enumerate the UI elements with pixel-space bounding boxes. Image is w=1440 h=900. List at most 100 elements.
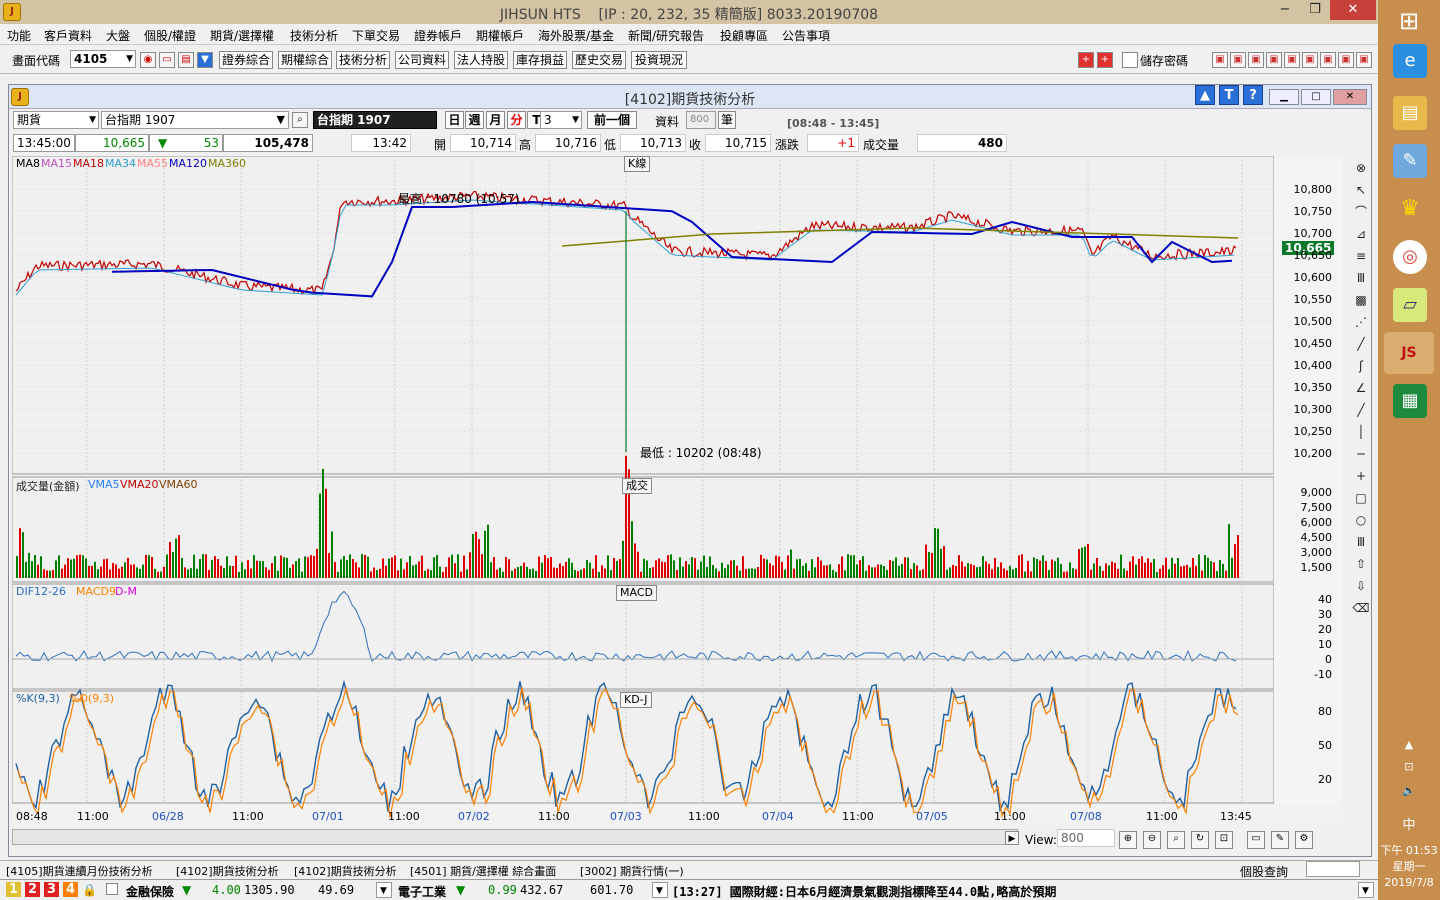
cancel-icon[interactable]: ⊗ <box>1351 158 1371 178</box>
jihsun-task-icon[interactable]: JS <box>1384 332 1434 374</box>
tray-time[interactable]: 下午 01:53 <box>1378 842 1440 858</box>
columns-icon[interactable]: Ⅲ <box>1351 532 1371 552</box>
toolbar-button-2[interactable]: 技術分析 <box>336 51 390 69</box>
child-minimize-button[interactable]: ▁ <box>1269 89 1299 105</box>
chart-canvas[interactable] <box>12 156 1342 824</box>
print-icon[interactable]: ▤ <box>178 52 194 68</box>
window-icon[interactable]: ▭ <box>159 52 175 68</box>
window-tab-1[interactable]: [4102]期貨技術分析 <box>176 863 279 879</box>
text-icon[interactable]: ▣ <box>1284 52 1300 68</box>
menu-item-6[interactable]: 下單交易 <box>352 27 400 44</box>
toolbar-button-0[interactable]: 證券綜合 <box>219 51 273 69</box>
menu-item-0[interactable]: 功能 <box>7 27 31 44</box>
tray-arrow-icon[interactable]: ▲ <box>1378 738 1440 751</box>
layout-icon[interactable]: ▣ <box>1212 52 1228 68</box>
toolbar-button-3[interactable]: 公司資料 <box>395 51 449 69</box>
pen-icon[interactable]: ✎ <box>1271 831 1289 849</box>
tray-ime[interactable]: 中 <box>1378 814 1440 833</box>
period-button-1[interactable]: 週 <box>465 111 484 129</box>
eraser-icon[interactable]: ⌫ <box>1351 598 1371 618</box>
horizontal-icon[interactable]: ─ <box>1351 444 1371 464</box>
window-tab-0[interactable]: [4105]期貨連續月份技術分析 <box>6 863 153 879</box>
toolbar-button-4[interactable]: 法人持股 <box>454 51 508 69</box>
prev-button[interactable]: 前一個 <box>587 111 637 129</box>
minimize-button[interactable]: − <box>1270 0 1300 20</box>
next-flag-icon[interactable]: + <box>1097 52 1113 68</box>
menu-item-2[interactable]: 大盤 <box>106 27 130 44</box>
search-icon[interactable]: ◉ <box>140 52 156 68</box>
menu-item-4[interactable]: 期貨/選擇權 <box>210 27 274 44</box>
news-select[interactable]: ▼ <box>1358 882 1374 898</box>
data-count-input[interactable]: 800 <box>686 111 716 129</box>
notes-icon[interactable]: ▱ <box>1393 288 1427 322</box>
down-arrow-icon[interactable]: ⇩ <box>1351 576 1371 596</box>
type-select[interactable]: 期貨 ▼ <box>13 111 99 129</box>
up-arrow-icon[interactable]: ▲ <box>1195 85 1215 105</box>
paint-icon[interactable]: ✎ <box>1393 144 1427 178</box>
menu-item-3[interactable]: 個股/權證 <box>144 27 196 44</box>
window-tab-4[interactable]: [3002] 期貨行情(一) <box>580 863 684 879</box>
market-number-3[interactable]: 4 <box>63 882 79 897</box>
window-tab-2[interactable]: [4102]期貨技術分析 <box>294 863 397 879</box>
spreadsheet-icon[interactable]: ▦ <box>1393 384 1427 418</box>
image-icon[interactable]: ▣ <box>1248 52 1264 68</box>
tray-network-icon[interactable]: ⊡ <box>1378 760 1440 773</box>
market-number-1[interactable]: 2 <box>25 882 41 897</box>
restore-button[interactable]: ❐ <box>1300 0 1330 20</box>
ellipse-icon[interactable]: ○ <box>1351 510 1371 530</box>
chrome-icon[interactable]: ◎ <box>1393 240 1427 274</box>
ruler-icon[interactable]: ⊿ <box>1351 224 1371 244</box>
symbol-search-icon[interactable]: ⌕ <box>292 112 308 128</box>
child-restore-button[interactable]: □ <box>1301 89 1331 105</box>
market-number-0[interactable]: 1 <box>6 882 22 897</box>
chart-icon[interactable]: ▣ <box>1230 52 1246 68</box>
close-button[interactable]: ✕ <box>1330 0 1376 20</box>
grid-icon[interactable]: ▣ <box>1320 52 1336 68</box>
chart-area[interactable]: MA8 MA15 MA18 MA34 MA55 MA120 MA360 成交量(金額) VMA5… <box>12 156 1342 824</box>
tray-volume-icon[interactable]: 🔈 <box>1378 784 1440 797</box>
zoom-out-icon[interactable]: ⊖ <box>1143 831 1161 849</box>
scroll-right-icon[interactable]: ▶ <box>1005 831 1019 845</box>
zoom-in-icon[interactable]: ⊕ <box>1119 831 1137 849</box>
save-password-checkbox[interactable] <box>1122 52 1138 68</box>
prev-flag-icon[interactable]: + <box>1078 52 1094 68</box>
cross-icon[interactable]: + <box>1351 466 1371 486</box>
search-chart-icon[interactable]: ⌕ <box>1167 831 1185 849</box>
menu-item-9[interactable]: 海外股票/基金 <box>538 27 614 44</box>
chart-bar-icon[interactable]: ▣ <box>1266 52 1282 68</box>
bars-icon[interactable]: ≡ <box>1351 246 1371 266</box>
toolbar-button-6[interactable]: 歷史交易 <box>572 51 626 69</box>
menu-item-1[interactable]: 客戶資料 <box>44 27 92 44</box>
angle-icon[interactable]: ∠ <box>1351 378 1371 398</box>
vertical-icon[interactable]: │ <box>1351 422 1371 442</box>
toolbar-button-5[interactable]: 庫存損益 <box>513 51 567 69</box>
child-close-button[interactable]: ✕ <box>1333 89 1367 105</box>
text-tool-icon[interactable]: T <box>1219 85 1239 105</box>
menu-item-5[interactable]: 技術分析 <box>290 27 338 44</box>
stock-query-input[interactable] <box>1306 861 1360 877</box>
dropdown-icon[interactable]: ▼ <box>197 52 213 68</box>
interval-select[interactable]: 3 ▼ <box>540 111 582 129</box>
menu-item-8[interactable]: 期權帳戶 <box>476 27 524 44</box>
rect-icon[interactable]: □ <box>1351 488 1371 508</box>
market-number-2[interactable]: 3 <box>44 882 60 897</box>
trend-icon[interactable]: ╱ <box>1351 400 1371 420</box>
news-ticker[interactable]: [13:27] 國際財經:日本6月經濟景氣觀測指標降至44.0點,略高於預期 <box>672 883 1056 900</box>
period-button-2[interactable]: 月 <box>486 111 505 129</box>
zigzag-icon[interactable]: ʃ <box>1351 356 1371 376</box>
arc-icon[interactable]: ⌒ <box>1351 202 1371 222</box>
layout-window-icon[interactable]: ▭ <box>1247 831 1265 849</box>
graph-icon[interactable]: ▣ <box>1338 52 1354 68</box>
grid-icon[interactable]: Ⅲ <box>1351 268 1371 288</box>
help-icon[interactable]: ? <box>1243 85 1263 105</box>
toolbar-button-7[interactable]: 投資現況 <box>631 51 687 69</box>
crown-icon[interactable]: ♛ <box>1393 192 1427 226</box>
window-tab-3[interactable]: [4501] 期貨/選擇權 綜合畫面 <box>410 863 556 879</box>
settings-icon[interactable]: ▣ <box>1356 52 1372 68</box>
toolbar-button-1[interactable]: 期權綜合 <box>278 51 332 69</box>
code-input[interactable]: 4105 ▼ <box>70 50 136 68</box>
ie-icon[interactable]: e <box>1393 44 1427 78</box>
menu-item-11[interactable]: 投顧專區 <box>720 27 768 44</box>
menu-item-12[interactable]: 公告事項 <box>782 27 830 44</box>
fan-icon[interactable]: ⋰ <box>1351 312 1371 332</box>
